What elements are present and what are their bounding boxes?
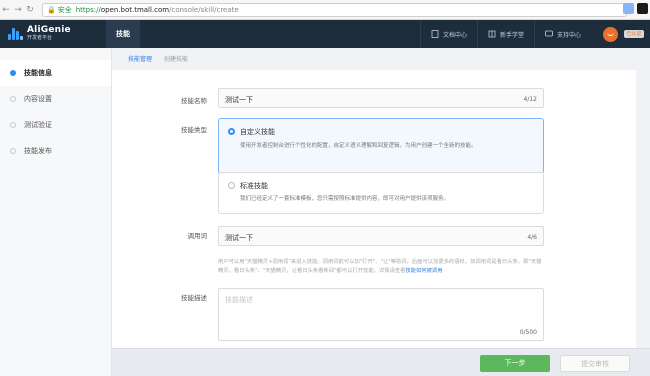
- aligenie-logo-icon: [8, 26, 23, 42]
- sidebar: 技能信息 内容设置 测试验证 技能发布: [0, 48, 112, 376]
- document-icon: [431, 30, 439, 38]
- breadcrumb-link[interactable]: 技能管理: [128, 54, 152, 63]
- nav-link-label: 新手学堂: [499, 31, 524, 39]
- sidebar-item-content-settings[interactable]: 内容设置: [0, 86, 111, 112]
- invocation-count: 4/6: [527, 234, 537, 241]
- nav-link-label: 文档中心: [442, 31, 467, 39]
- brand-logo[interactable]: AliGenie 开发者平台: [0, 20, 106, 48]
- extension-icons: [623, 3, 648, 14]
- breadcrumb: 技能管理 创建技能: [128, 54, 188, 63]
- address-bar[interactable]: 🔒 安全 https:// open.bot.tmall.com /consol…: [42, 2, 627, 17]
- skill-type-custom-desc: 使用开发者控制台进行个性化的配置，自定义语义理解和回复逻辑，为用户创建一个全新的…: [240, 143, 477, 149]
- url-path: /console/skill/create: [169, 5, 239, 14]
- invocation-value: 测试一下: [225, 234, 253, 242]
- back-icon[interactable]: ←: [0, 3, 12, 17]
- step-active-icon: [10, 70, 16, 76]
- sidebar-item-label: 测试验证: [24, 121, 52, 129]
- nav-tab-skills[interactable]: 技能: [106, 20, 140, 48]
- app-window: ← → ↻ 🔒 安全 https:// open.bot.tmall.com /…: [0, 0, 650, 376]
- skill-type-standard-title: 标准技能: [240, 182, 268, 190]
- user-badge: 已认证: [624, 30, 644, 38]
- extension-icon[interactable]: [623, 3, 634, 14]
- step-icon: [10, 122, 16, 128]
- book-icon: [488, 30, 496, 38]
- sidebar-item-publish[interactable]: 技能发布: [0, 138, 111, 164]
- radio-icon[interactable]: [228, 182, 235, 189]
- sidebar-item-label: 技能发布: [24, 147, 52, 155]
- skill-name-value: 测试一下: [225, 96, 253, 104]
- url-host: open.bot.tmall.com: [100, 5, 170, 14]
- invocation-help-link[interactable]: 技能如何被调用: [405, 268, 442, 274]
- nav-link-support[interactable]: 支持中心: [533, 20, 591, 48]
- description-textarea[interactable]: 技能描述 0/500: [218, 288, 544, 341]
- skill-type-custom-option[interactable]: 自定义技能 使用开发者控制台进行个性化的配置，自定义语义理解和回复逻辑，为用户创…: [218, 118, 544, 174]
- nav-link-tutorial[interactable]: 新手学堂: [476, 20, 534, 48]
- description-count: 0/500: [519, 329, 537, 336]
- skill-type-standard-desc: 我们已经定义了一套标准模板，您只需按照标准提供内容，即可对用户提供该项服务。: [240, 196, 450, 202]
- submit-review-button[interactable]: 提交审核: [560, 355, 630, 372]
- sidebar-item-test[interactable]: 测试验证: [0, 112, 111, 138]
- sidebar-item-label: 内容设置: [24, 95, 52, 103]
- skill-type-custom-title: 自定义技能: [240, 128, 275, 136]
- invocation-label: 调用词: [187, 232, 208, 240]
- browser-toolbar: ← → ↻ 🔒 安全 https:// open.bot.tmall.com /…: [0, 0, 650, 20]
- skill-type-label: 技能类型: [181, 126, 207, 134]
- skill-type-standard-option[interactable]: 标准技能 我们已经定义了一套标准模板，您只需按照标准提供内容，即可对用户提供该项…: [218, 172, 544, 214]
- next-step-button[interactable]: 下一步: [480, 355, 550, 372]
- step-icon: [10, 96, 16, 102]
- url-scheme: https://: [75, 5, 101, 14]
- brand-subtitle: 开发者平台: [27, 35, 53, 42]
- skill-name-count: 4/12: [523, 96, 537, 103]
- invocation-hint-text: 用户可以用"天猫精灵+调用词"来进入技能。调用词前可以加"打开"、"让"等助词，…: [218, 259, 542, 274]
- step-icon: [10, 148, 16, 154]
- sidebar-item-label: 技能信息: [24, 69, 52, 77]
- profile-icon[interactable]: [637, 3, 648, 14]
- invocation-input[interactable]: 测试一下 4/6: [218, 226, 544, 246]
- radio-selected-icon[interactable]: [228, 128, 235, 135]
- description-label: 技能描述: [181, 294, 207, 302]
- description-placeholder: 技能描述: [225, 296, 253, 304]
- nav-link-label: 支持中心: [556, 31, 581, 39]
- form-footer: 下一步 提交审核: [112, 348, 650, 376]
- skill-name-label: 技能名称: [181, 97, 207, 105]
- user-avatar[interactable]: [603, 26, 618, 42]
- reload-icon[interactable]: ↻: [24, 3, 36, 17]
- invocation-hint: 用户可以用"天猫精灵+调用词"来进入技能。调用词前可以加"打开"、"让"等助词，…: [218, 258, 544, 276]
- skill-name-input[interactable]: 测试一下 4/12: [218, 88, 544, 108]
- forward-icon[interactable]: →: [12, 3, 24, 17]
- breadcrumb-current: 创建技能: [164, 56, 189, 63]
- support-icon: [545, 30, 553, 37]
- nav-link-docs[interactable]: 文档中心: [419, 20, 477, 48]
- secure-label: 安全: [57, 5, 72, 14]
- top-navbar: AliGenie 开发者平台 技能 文档中心 新手学堂 支持中心 已认证: [0, 20, 650, 48]
- sidebar-item-skill-info[interactable]: 技能信息: [0, 60, 111, 86]
- lock-icon: 🔒: [47, 5, 56, 14]
